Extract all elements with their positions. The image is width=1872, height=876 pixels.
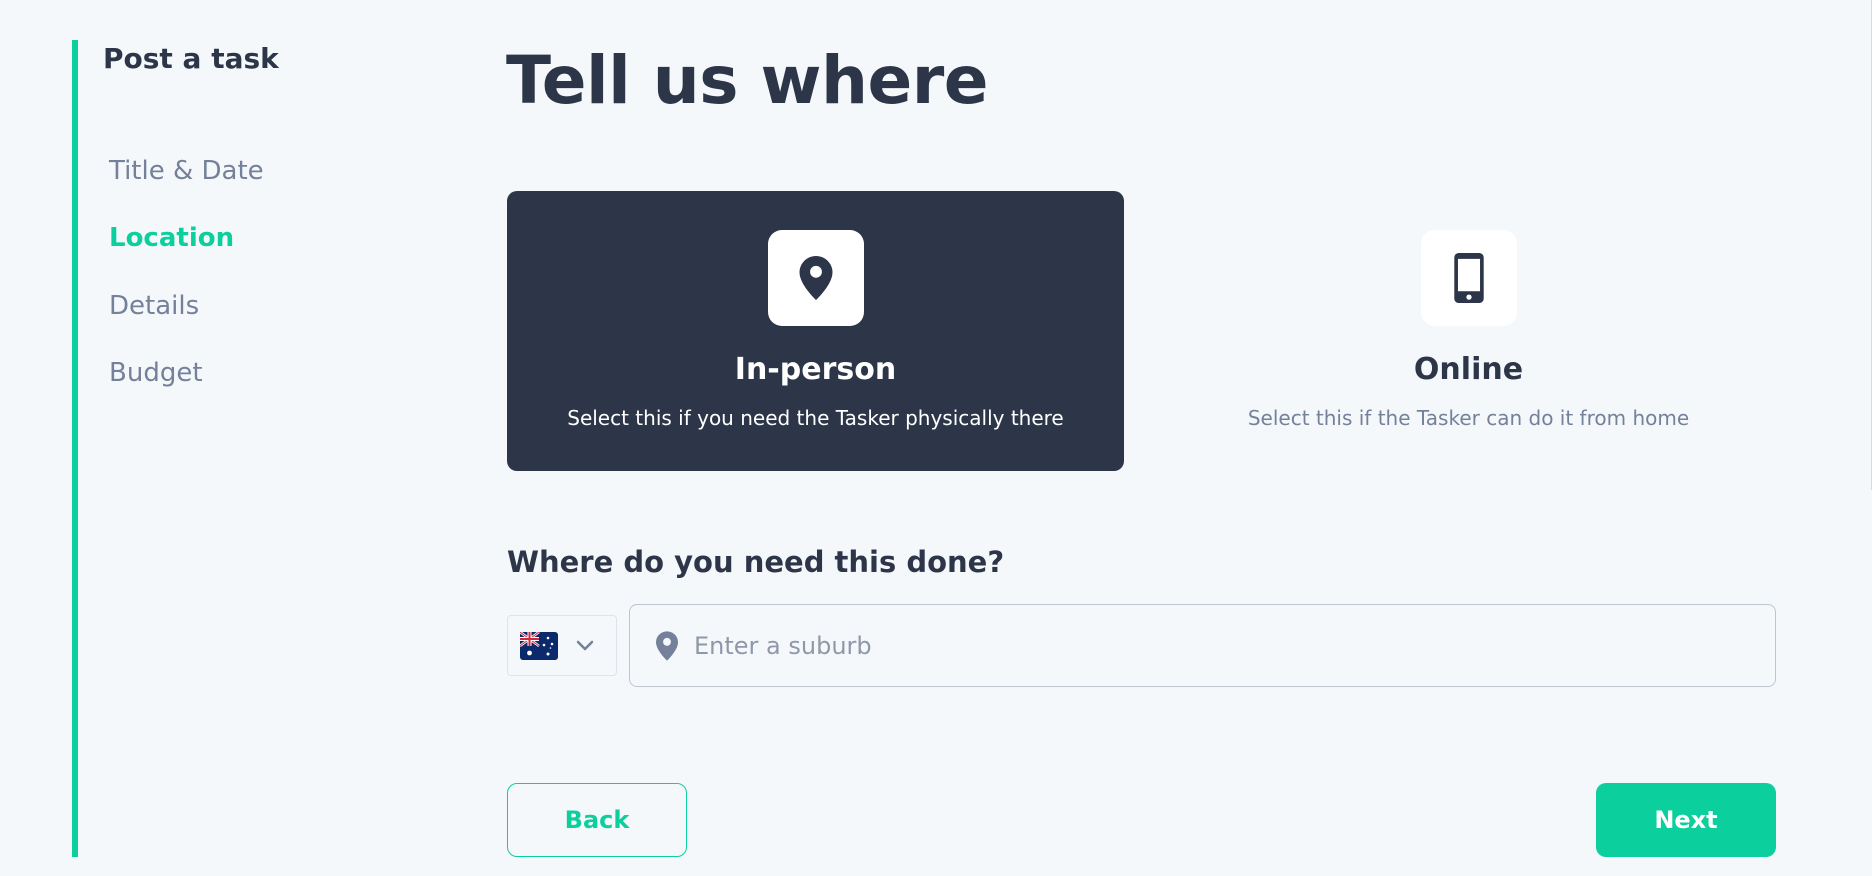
option-description: Select this if you need the Tasker physi…	[567, 406, 1064, 430]
next-button[interactable]: Next	[1596, 783, 1776, 857]
sidebar-title: Post a task	[103, 42, 279, 75]
australia-flag-icon	[520, 631, 558, 660]
sidebar-item-details[interactable]: Details	[109, 288, 199, 324]
option-title: Online	[1413, 352, 1524, 387]
page-title: Tell us where	[506, 42, 989, 119]
option-icon-box	[767, 230, 864, 326]
location-pin-icon	[656, 630, 678, 661]
option-title: In-person	[734, 352, 897, 387]
suburb-field[interactable]	[629, 604, 1776, 687]
option-in-person[interactable]: In-person Select this if you need the Ta…	[507, 191, 1124, 471]
page: Post a task Title & Date Location Detail…	[0, 0, 1872, 876]
suburb-input[interactable]	[694, 631, 1694, 660]
chevron-down-icon	[576, 640, 594, 650]
option-icon-box	[1420, 230, 1517, 326]
location-question: Where do you need this done?	[507, 545, 1005, 579]
sidebar-item-title-date[interactable]: Title & Date	[109, 153, 264, 189]
step-sidebar: Post a task Title & Date Location Detail…	[72, 40, 279, 857]
mobile-phone-icon	[1453, 253, 1484, 303]
location-pin-icon	[799, 256, 832, 300]
option-description: Select this if the Tasker can do it from…	[1247, 406, 1690, 430]
sidebar-item-location[interactable]: Location	[109, 220, 234, 256]
sidebar-item-budget[interactable]: Budget	[109, 355, 203, 391]
country-select[interactable]	[507, 615, 617, 676]
back-button[interactable]: Back	[507, 783, 687, 857]
option-online[interactable]: Online Select this if the Tasker can do …	[1160, 191, 1777, 471]
